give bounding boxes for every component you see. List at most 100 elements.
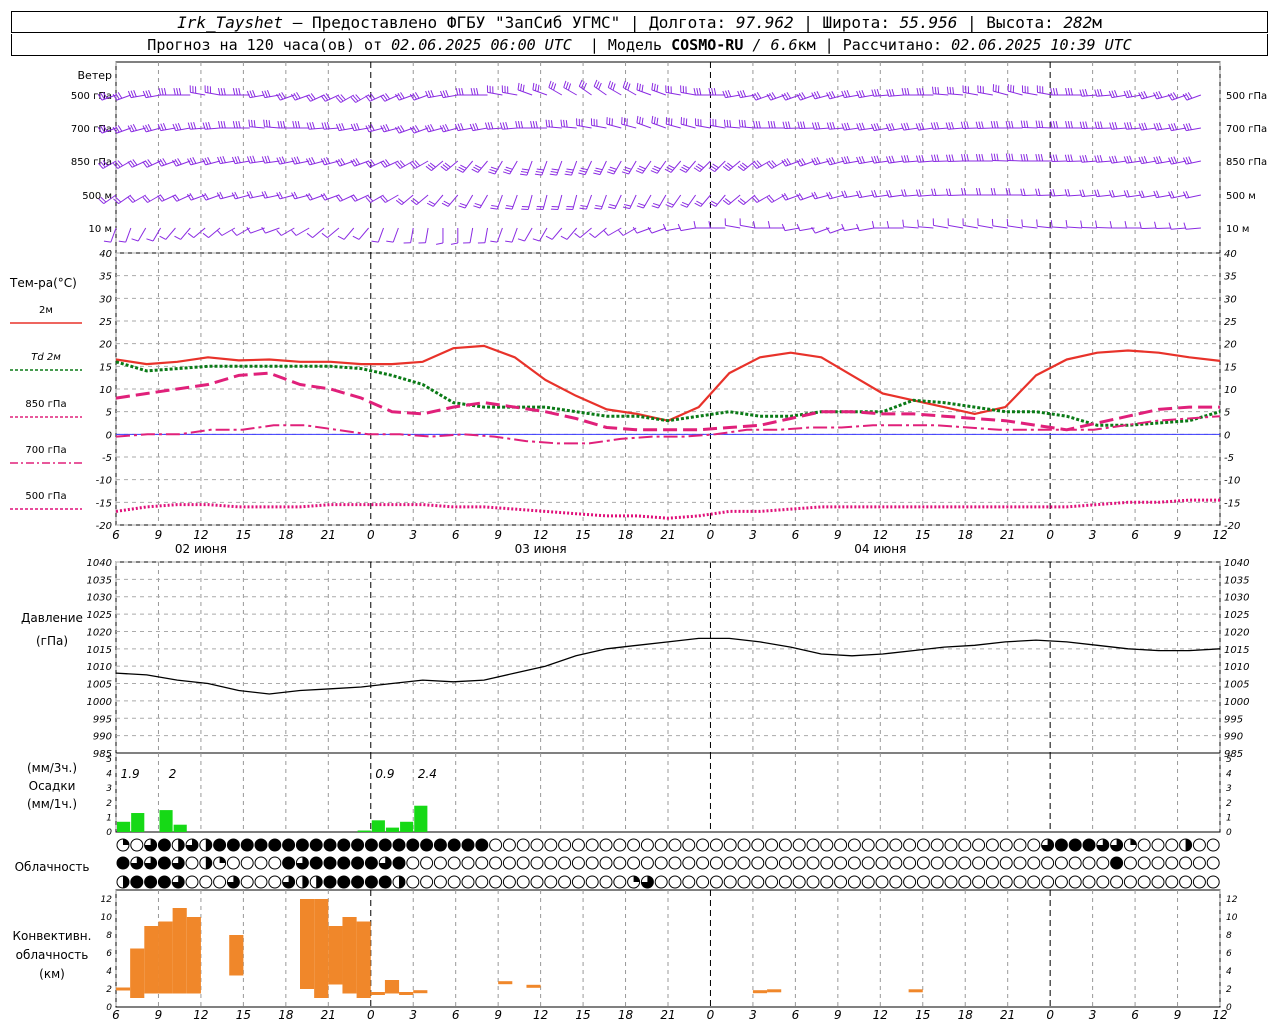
wind-barb-feather [828,157,833,165]
cloud-circle [268,856,282,870]
wind-barb-feather [677,223,682,231]
temp-xtick-label: 6 [1131,528,1139,542]
cloud-symbol [668,838,682,852]
wind-barb-feather [856,156,860,164]
wind-barb-feather [551,168,559,171]
wind-barb-feather [158,88,161,96]
cloud-symbol [213,856,227,870]
wind-barb-feather [978,188,982,196]
cloud-symbol [295,838,309,852]
cloud-symbol [1054,875,1068,889]
temp-ytick-right: 30 [1224,294,1237,305]
cloud-symbol [944,838,958,852]
wind-barb-feather [1123,190,1128,198]
wind-barb-feather [1111,90,1115,98]
cloud-circle [199,875,213,889]
conv-xtick-label: 6 [112,1008,120,1022]
precip-ytick-left: 4 [106,770,112,780]
wind-barb-feather [652,202,660,207]
cloud-fill-full [227,839,240,851]
cloud-symbol [1151,875,1165,889]
conv-ytick-left: 8 [106,931,112,941]
wind-barb-feather [1067,188,1071,196]
wind-barb-feather [713,88,717,96]
wind-barb-feather [1035,154,1038,162]
precip-ytick-right: 2 [1226,799,1232,809]
wind-barb-feather [981,121,984,129]
cloud-circle [792,875,806,889]
wind-barb-feather [861,155,865,163]
wind-barb-feather [1170,156,1175,164]
wind-barb-feather [595,81,600,89]
pressure-ytick-left: 1010 [87,662,112,673]
wind-barb-feather [263,119,266,127]
wind-barb-feather [951,154,954,162]
cloud-fill-part [205,839,212,851]
cloud-symbol [999,875,1013,889]
wind-barb-feather [1109,221,1113,229]
wind-barb-feather [278,191,283,199]
wind-barb-feather [891,155,895,163]
cloud-fill-full [255,839,267,851]
cloud-symbol [516,856,530,870]
cloud-circle [916,856,930,870]
wind-barb-feather [223,88,226,96]
temp-legend-label: 2м [39,305,53,316]
cloud-symbol [1068,856,1082,870]
cloud-circle [1137,856,1151,870]
wind-barb-feather [722,90,726,98]
wind-barb-feather [534,83,537,91]
precip-bar [173,824,187,832]
wind-barb-feather [948,154,952,162]
wind-barb-feather [918,189,922,197]
wind-barb-feather [861,122,865,130]
cloud-circle [461,875,475,889]
cloud-symbol [337,875,351,889]
cloud-circle [765,875,779,889]
wind-barb-feather [1156,122,1160,130]
conv-cloud-bar [767,989,782,993]
cloud-circle [1165,856,1179,870]
wind-barb-staff [725,224,741,229]
cloud-circle [1027,856,1041,870]
cloud-circle [682,856,696,870]
wind-barb-feather [933,154,937,162]
cloud-fill-full [351,876,364,888]
wind-barb-feather [578,172,586,176]
wind-barb-feather [163,88,167,96]
conv-xtick-label: 18 [958,1008,974,1022]
wind-barb-feather [856,223,860,231]
wind-barb-feather [622,206,630,210]
cloud-symbol [323,838,337,852]
wind-barb-feather [473,205,481,209]
wind-barb-feather [888,155,892,163]
temp-ytick-left: -15 [96,498,112,509]
wind-barb-feather [249,90,253,98]
wind-barb-feather [142,90,147,98]
wind-barb-feather [382,124,387,132]
wind-barb-feather [1036,219,1038,227]
cloud-circle [985,875,999,889]
pressure-ytick-right: 1035 [1224,575,1249,586]
wind-barb-feather [608,206,616,210]
wind-barb-feather [949,86,952,94]
cloud-symbol [268,875,282,889]
wind-barb-feather [517,82,520,90]
cloud-symbol [1096,856,1110,870]
cloud-symbol [199,875,213,889]
cloud-symbol [820,838,834,852]
wind-barb-staff [1171,227,1187,230]
cloud-circle [1041,856,1055,870]
wind-barb-feather [638,116,641,124]
cloud-circle [751,856,765,870]
cloud-symbol [502,875,516,889]
precip-unit-3h: (мм/3ч.) [27,761,77,775]
temp-xtick-label: 9 [155,528,163,542]
cloud-circle [847,856,861,870]
wind-barb-feather [846,122,851,130]
wind-barb-feather [335,123,340,131]
wind-barb-feather [653,116,656,124]
cloud-symbol [640,856,654,870]
wind-barb-feather [504,168,512,173]
cloud-circle [1013,856,1027,870]
